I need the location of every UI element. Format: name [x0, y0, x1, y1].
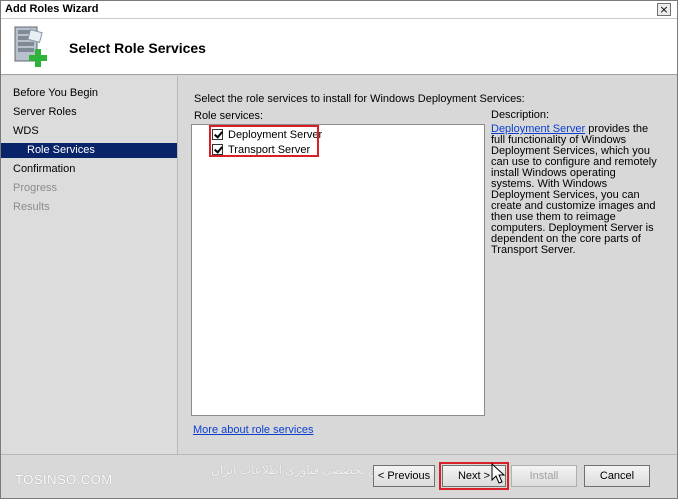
- window-title: Add Roles Wizard: [5, 3, 99, 15]
- server-add-icon: [14, 26, 47, 67]
- wizard-footer: TOSINSO.COM انجمن تخصصی فناوری اطلاعات ا…: [1, 454, 677, 498]
- more-about-role-services-link[interactable]: More about role services: [193, 424, 313, 436]
- sidebar-item-confirmation[interactable]: Confirmation: [1, 162, 177, 177]
- page-title: Select Role Services: [69, 40, 206, 56]
- previous-button[interactable]: < Previous: [373, 465, 435, 487]
- install-button: Install: [511, 465, 577, 487]
- sidebar-item-role-services[interactable]: Role Services: [1, 143, 177, 158]
- watermark-text: انجمن تخصصی فناوری اطلاعات ایران: [211, 463, 399, 477]
- close-icon[interactable]: ×: [657, 3, 671, 16]
- wizard-window: Add Roles Wizard × Select Role Services …: [0, 0, 678, 499]
- title-bar: Add Roles Wizard ×: [1, 1, 677, 19]
- mouse-cursor-icon: [491, 463, 506, 484]
- description-label: Description:: [491, 109, 550, 121]
- role-service-label: Deployment Server: [228, 129, 323, 141]
- description-text: Deployment Server provides the full func…: [491, 124, 661, 256]
- sidebar-item-results: Results: [13, 201, 50, 213]
- checkbox-checked-icon[interactable]: [212, 144, 223, 155]
- sidebar-item-before-you-begin[interactable]: Before You Begin: [1, 86, 177, 101]
- wizard-header: Select Role Services: [1, 19, 677, 75]
- role-services-label: Role services:: [194, 110, 264, 122]
- sidebar-item-wds[interactable]: WDS: [1, 124, 177, 139]
- sidebar-item-progress: Progress: [13, 182, 58, 194]
- sidebar-item-server-roles[interactable]: Server Roles: [1, 105, 177, 120]
- role-service-deployment-server[interactable]: Deployment Server: [212, 129, 322, 143]
- description-body: provides the full functionality of Windo…: [491, 123, 657, 256]
- checkbox-checked-icon[interactable]: [212, 129, 223, 140]
- cancel-button[interactable]: Cancel: [584, 465, 650, 487]
- role-service-label: Transport Server: [228, 144, 311, 156]
- role-service-transport-server[interactable]: Transport Server: [212, 144, 310, 158]
- intro-text: Select the role services to install for …: [194, 93, 525, 105]
- watermark-site: TOSINSO.COM: [15, 472, 113, 487]
- wizard-steps-sidebar: Before You Begin Server Roles WDS Role S…: [1, 76, 178, 454]
- main-content: Select the role services to install for …: [179, 76, 677, 454]
- role-services-list[interactable]: Deployment Server Transport Server: [191, 124, 485, 416]
